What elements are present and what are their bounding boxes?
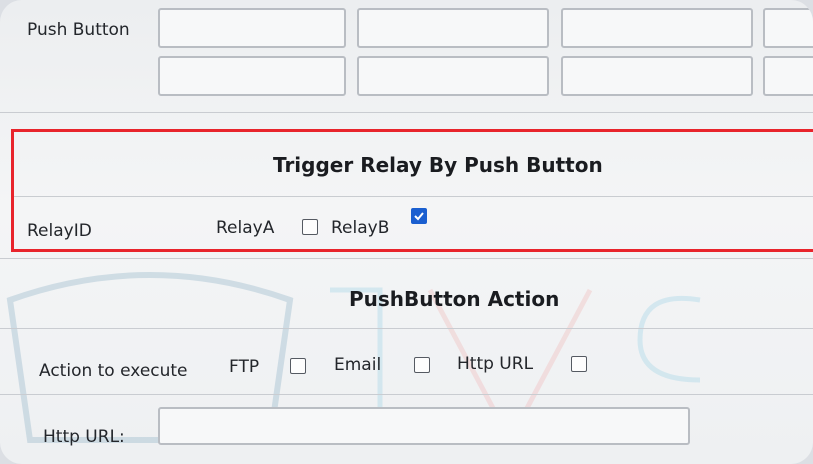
push-button-field-2-3[interactable] xyxy=(561,56,753,96)
checkmark-icon xyxy=(414,212,424,221)
push-button-field-1-1[interactable] xyxy=(158,8,346,48)
push-button-field-1-4[interactable] xyxy=(763,8,813,48)
divider xyxy=(0,394,813,395)
action-to-execute-label: Action to execute xyxy=(39,361,188,381)
divider xyxy=(14,196,813,197)
screenshot: Push Button Trigger Relay By Push Button… xyxy=(0,0,813,464)
http-url-input-label: Http URL: xyxy=(43,427,125,447)
push-button-field-2-1[interactable] xyxy=(158,56,346,96)
email-label: Email xyxy=(334,355,382,375)
divider xyxy=(0,112,813,113)
push-button-field-1-2[interactable] xyxy=(357,8,549,48)
push-button-field-2-4[interactable] xyxy=(763,56,813,96)
highlight-box xyxy=(11,129,813,252)
push-button-label: Push Button xyxy=(27,20,130,40)
relay-b-label: RelayB xyxy=(331,218,390,238)
http-url-option-label: Http URL xyxy=(457,354,534,374)
divider xyxy=(0,328,813,329)
relay-id-label: RelayID xyxy=(27,221,92,241)
push-button-field-1-3[interactable] xyxy=(561,8,753,48)
ftp-checkbox[interactable] xyxy=(290,358,306,374)
push-button-field-2-2[interactable] xyxy=(357,56,549,96)
relay-b-checkbox[interactable] xyxy=(411,208,427,224)
relay-section-title: Trigger Relay By Push Button xyxy=(273,153,603,177)
action-section-title: PushButton Action xyxy=(349,287,560,311)
relay-a-checkbox[interactable] xyxy=(302,219,318,235)
ftp-label: FTP xyxy=(229,357,260,377)
http-url-input[interactable] xyxy=(158,407,690,445)
divider xyxy=(0,258,813,259)
relay-a-label: RelayA xyxy=(216,218,275,238)
email-checkbox[interactable] xyxy=(414,357,430,373)
http-url-checkbox[interactable] xyxy=(571,356,587,372)
